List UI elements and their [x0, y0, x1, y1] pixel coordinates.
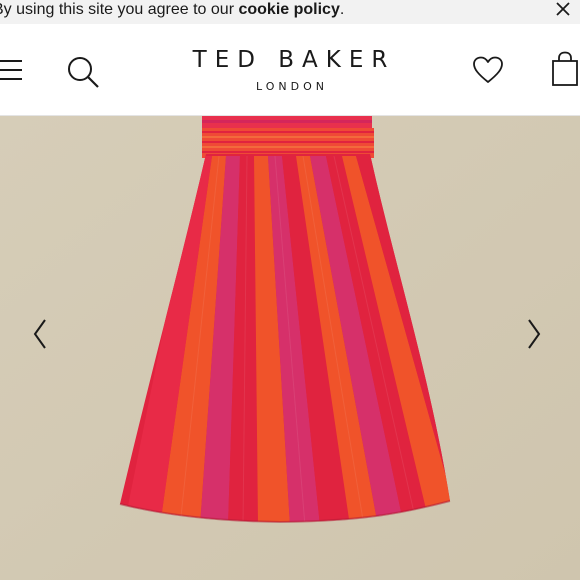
- cookie-policy-link[interactable]: cookie policy: [238, 1, 339, 18]
- cookie-message-suffix: .: [339, 1, 345, 18]
- cookie-message-text: By using this site you agree to our: [0, 1, 239, 18]
- bodice: [202, 116, 372, 128]
- waistband: [202, 128, 374, 158]
- cookie-message: By using this site you agree to our cook…: [0, 0, 344, 20]
- chevron-right-icon[interactable]: [518, 314, 548, 354]
- heart-icon[interactable]: [472, 56, 504, 84]
- shopping-bag-icon[interactable]: [551, 51, 579, 87]
- cookie-banner: By using this site you agree to our cook…: [0, 0, 580, 24]
- chevron-left-icon[interactable]: [26, 314, 56, 354]
- close-icon[interactable]: [552, 0, 574, 20]
- product-photo-skirt: [0, 116, 580, 580]
- product-image-carousel[interactable]: [0, 116, 580, 580]
